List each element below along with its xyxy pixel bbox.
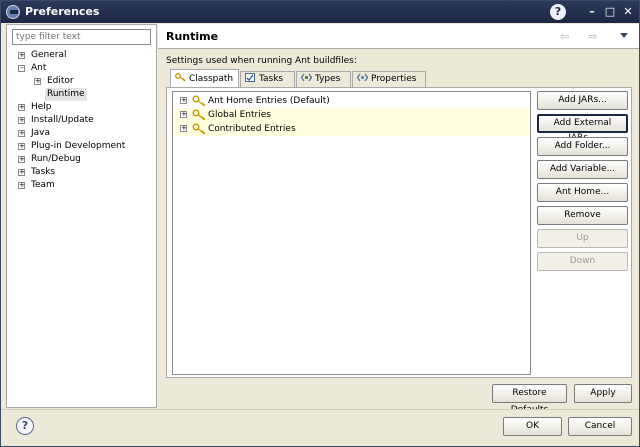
classpath-entries-list[interactable]: + Ant Home Entries (Default) + Global En… <box>172 91 531 375</box>
apply-button[interactable]: Apply <box>574 384 632 403</box>
tree-item-install-update[interactable]: + Install/Update <box>7 114 156 127</box>
expand-icon[interactable]: + <box>18 156 25 163</box>
down-button[interactable]: Down <box>537 252 628 271</box>
tree-item-label: Plug-in Development <box>31 141 126 151</box>
tree-item-run-debug[interactable]: + Run/Debug <box>7 153 156 166</box>
tree-item-label: Help <box>31 102 52 112</box>
tab-label: Types <box>315 74 341 84</box>
tab-types[interactable]: Types <box>296 71 351 87</box>
tab-label: Properties <box>371 74 417 84</box>
add-jars-button[interactable]: Add JARs... <box>537 91 628 110</box>
tab-classpath[interactable]: Classpath <box>170 69 239 88</box>
forward-arrow-icon[interactable]: ⇨ <box>588 30 597 43</box>
back-arrow-icon[interactable]: ⇦ <box>560 30 569 43</box>
restore-defaults-button[interactable]: Restore Defaults <box>492 384 567 415</box>
maximize-button[interactable]: □ <box>602 4 618 20</box>
tree-item-label: General <box>31 50 67 60</box>
tree-item-label: Run/Debug <box>31 154 81 164</box>
entry-label: Global Entries <box>208 110 271 120</box>
ant-home-button[interactable]: Ant Home... <box>537 183 628 202</box>
tree-item-label: Team <box>31 180 55 190</box>
list-item[interactable]: + Global Entries <box>174 108 529 122</box>
title-bar: Preferences ? – □ ✕ <box>1 1 639 23</box>
tree-item-java[interactable]: + Java <box>7 127 156 140</box>
properties-icon <box>356 73 369 82</box>
cancel-button[interactable]: Cancel <box>568 417 632 436</box>
expand-icon[interactable]: + <box>18 130 25 137</box>
expand-icon[interactable]: + <box>18 182 25 189</box>
tab-tasks[interactable]: Tasks <box>240 71 295 87</box>
tree-item-label: Runtime <box>45 88 87 101</box>
collapse-icon[interactable]: - <box>18 65 25 72</box>
tree-item-tasks[interactable]: + Tasks <box>7 166 156 179</box>
tree-item-ant[interactable]: - Ant <box>7 62 156 75</box>
expand-icon[interactable]: + <box>18 169 25 176</box>
remove-button[interactable]: Remove <box>537 206 628 225</box>
add-variable-button[interactable]: Add Variable... <box>537 160 628 179</box>
entry-label: Ant Home Entries (Default) <box>208 96 330 106</box>
help-icon[interactable]: ? <box>16 417 34 435</box>
filter-input[interactable] <box>12 29 151 45</box>
expand-icon[interactable]: + <box>34 78 41 85</box>
tab-label: Tasks <box>259 74 284 84</box>
view-menu-icon[interactable] <box>620 33 628 38</box>
tree-item-label: Editor <box>47 76 74 86</box>
ok-button[interactable]: OK <box>503 417 562 436</box>
tree-item-team[interactable]: + Team <box>7 179 156 192</box>
up-button[interactable]: Up <box>537 229 628 248</box>
tree-item-label: Tasks <box>31 167 56 177</box>
tree-item-label: Ant <box>31 63 47 73</box>
expand-icon[interactable]: + <box>18 143 25 150</box>
window-title: Preferences <box>25 5 100 18</box>
page-header: Runtime ⇦ ⇨ <box>158 24 639 49</box>
tree-item-label: Install/Update <box>31 115 94 125</box>
minimize-button[interactable]: – <box>584 4 600 20</box>
expand-icon[interactable]: + <box>18 117 25 124</box>
classpath-tab-panel: + Ant Home Entries (Default) + Global En… <box>166 87 632 378</box>
add-external-jars-button[interactable]: Add External JARs... <box>537 114 628 143</box>
expand-icon[interactable]: + <box>180 111 187 118</box>
eclipse-icon <box>6 5 20 19</box>
tab-properties[interactable]: Properties <box>352 71 426 87</box>
types-icon <box>300 73 313 82</box>
expand-icon[interactable]: + <box>18 104 25 111</box>
page-title: Runtime <box>166 30 219 43</box>
list-item[interactable]: + Contributed Entries <box>174 122 529 136</box>
tree-item-general[interactable]: + General <box>7 49 156 62</box>
preferences-window: Preferences ? – □ ✕ + General - Ant + Ed… <box>0 0 640 447</box>
expand-icon[interactable]: + <box>180 97 187 104</box>
tasks-icon <box>245 73 256 82</box>
expand-icon[interactable]: + <box>18 52 25 59</box>
preferences-tree-pane: + General - Ant + Editor Runtime + Help … <box>6 24 157 408</box>
tree-item-runtime[interactable]: Runtime <box>44 88 87 101</box>
tab-label: Classpath <box>189 74 234 84</box>
add-folder-button[interactable]: Add Folder... <box>537 137 628 156</box>
close-button[interactable]: ✕ <box>620 4 636 20</box>
tree-item-label: Java <box>31 128 51 138</box>
page-description: Settings used when running Ant buildfile… <box>166 56 357 66</box>
entry-label: Contributed Entries <box>208 124 296 134</box>
classpath-entry-icon <box>192 123 206 138</box>
tree-item-plugin-development[interactable]: + Plug-in Development <box>7 140 156 153</box>
list-item[interactable]: + Ant Home Entries (Default) <box>174 94 529 108</box>
titlebar-help-icon[interactable]: ? <box>550 4 566 20</box>
expand-icon[interactable]: + <box>180 125 187 132</box>
tree-item-editor[interactable]: + Editor <box>7 75 156 88</box>
tree-item-help[interactable]: + Help <box>7 101 156 114</box>
classpath-icon <box>175 71 186 82</box>
